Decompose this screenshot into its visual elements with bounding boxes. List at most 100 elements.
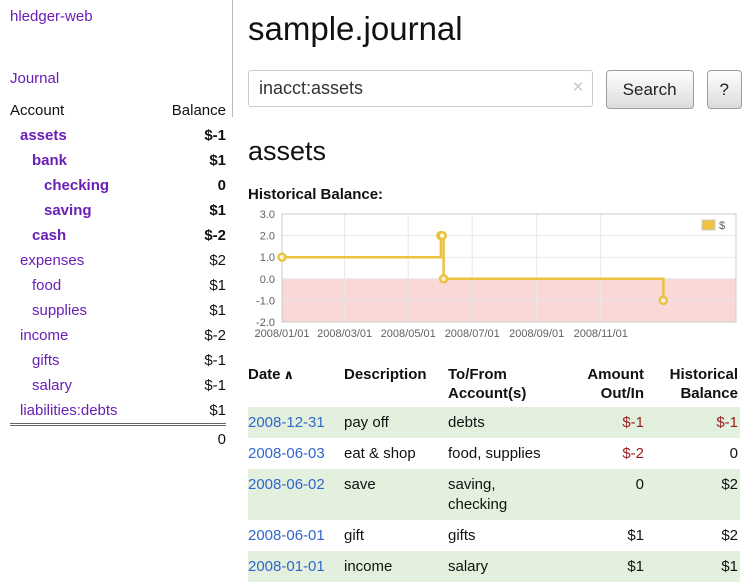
- transaction-date-link[interactable]: 2008-06-02: [248, 476, 325, 493]
- sidebar-account-cash[interactable]: cash: [10, 225, 154, 246]
- account-name-cell: liabilities:debts: [10, 398, 154, 425]
- page-title: sample.journal: [248, 10, 742, 48]
- accounts-header-account: Account: [10, 100, 154, 123]
- register-header-date[interactable]: Date∧: [248, 361, 344, 407]
- sidebar-account-income[interactable]: income: [10, 325, 154, 346]
- transaction-amount: $1: [560, 520, 646, 551]
- account-balance: $-1: [154, 373, 226, 398]
- sidebar-account-bank[interactable]: bank: [10, 150, 154, 171]
- account-row: supplies$1: [10, 298, 226, 323]
- account-row: income$-2: [10, 323, 226, 348]
- transaction-date-cell: 2008-06-02: [248, 469, 344, 520]
- transaction-date-cell: 2008-06-03: [248, 438, 344, 469]
- transaction-amount: 0: [560, 469, 646, 520]
- account-balance: $1: [154, 298, 226, 323]
- account-name-cell: checking: [10, 173, 154, 198]
- date-header-label: Date: [248, 366, 281, 383]
- account-balance: $1: [154, 148, 226, 173]
- account-row: expenses$2: [10, 248, 226, 273]
- search-button[interactable]: Search: [606, 70, 694, 109]
- account-row: liabilities:debts$1: [10, 398, 226, 425]
- account-balance: $-2: [154, 323, 226, 348]
- account-heading: assets: [248, 136, 742, 167]
- account-name-cell: salary: [10, 373, 154, 398]
- register-header-amount: Amount Out/In: [560, 361, 646, 407]
- account-balance: $-2: [154, 223, 226, 248]
- clear-search-icon[interactable]: ×: [573, 77, 584, 99]
- account-balance: $2: [154, 248, 226, 273]
- register-row: 2008-01-01incomesalary$1$1: [248, 551, 740, 582]
- legend-label: $: [719, 220, 725, 232]
- account-name-cell: bank: [10, 148, 154, 173]
- transaction-description: eat & shop: [344, 438, 448, 469]
- transaction-amount: $-1: [560, 407, 646, 438]
- hledger-web-app: hledger-web Journal Account Balance asse…: [0, 0, 742, 582]
- transaction-accounts: food, supplies: [448, 438, 560, 469]
- data-point-marker: [439, 232, 446, 239]
- search-bar: × Search ?: [248, 70, 742, 109]
- account-row: assets$-1: [10, 123, 226, 148]
- sidebar-account-checking[interactable]: checking: [10, 175, 154, 196]
- sidebar-account-liabilities-debts[interactable]: liabilities:debts: [10, 400, 154, 421]
- sort-asc-icon: ∧: [284, 367, 295, 382]
- help-button[interactable]: ?: [707, 70, 742, 109]
- sidebar-account-saving[interactable]: saving: [10, 200, 154, 221]
- legend-swatch: [702, 220, 715, 230]
- transaction-balance: $2: [646, 520, 740, 551]
- account-name-cell: saving: [10, 198, 154, 223]
- x-tick-label: 2008/09/01: [509, 328, 564, 340]
- account-name-cell: expenses: [10, 248, 154, 273]
- data-point-marker: [279, 254, 286, 261]
- account-name-cell: cash: [10, 223, 154, 248]
- historical-balance-chart: 3.02.01.00.0-1.0-2.02008/01/012008/03/01…: [248, 206, 740, 346]
- sidebar-divider: [232, 0, 233, 117]
- transaction-accounts: debts: [448, 407, 560, 438]
- sidebar-account-assets[interactable]: assets: [10, 125, 154, 146]
- transaction-date-link[interactable]: 2008-06-01: [248, 527, 325, 544]
- transaction-balance: $-1: [646, 407, 740, 438]
- account-name-cell: assets: [10, 123, 154, 148]
- x-tick-label: 2008/11/01: [574, 328, 628, 340]
- sidebar-account-expenses[interactable]: expenses: [10, 250, 154, 271]
- account-balance: $1: [154, 198, 226, 223]
- y-tick-label: 1.0: [260, 252, 275, 264]
- account-row: cash$-2: [10, 223, 226, 248]
- sidebar-account-gifts[interactable]: gifts: [10, 350, 154, 371]
- data-point-marker: [660, 297, 667, 304]
- sidebar-account-food[interactable]: food: [10, 275, 154, 296]
- accounts-table: Account Balance assets$-1bank$1checking0…: [10, 100, 226, 452]
- register-header-balance: Historical Balance: [646, 361, 740, 407]
- account-balance: $-1: [154, 123, 226, 148]
- transaction-date-link[interactable]: 2008-12-31: [248, 414, 325, 431]
- transaction-amount: $-2: [560, 438, 646, 469]
- transaction-date-cell: 2008-01-01: [248, 551, 344, 582]
- transaction-date-link[interactable]: 2008-06-03: [248, 445, 325, 462]
- accounts-total-balance: 0: [154, 425, 226, 453]
- sidebar-account-salary[interactable]: salary: [10, 375, 154, 396]
- search-input[interactable]: [248, 70, 593, 107]
- register-header-description: Description: [344, 361, 448, 407]
- account-balance: $1: [154, 273, 226, 298]
- register-row: 2008-06-02savesaving, checking0$2: [248, 469, 740, 520]
- y-tick-label: 2.0: [260, 231, 275, 243]
- sidebar-account-supplies[interactable]: supplies: [10, 300, 154, 321]
- y-tick-label: -1.0: [256, 295, 275, 307]
- app-title-link[interactable]: hledger-web: [10, 8, 226, 25]
- sidebar: hledger-web Journal Account Balance asse…: [0, 0, 232, 452]
- transaction-date-link[interactable]: 2008-01-01: [248, 558, 325, 575]
- y-tick-label: 0.0: [260, 274, 275, 286]
- accounts-total-row: 0: [10, 425, 226, 453]
- accounts-header-balance: Balance: [154, 100, 226, 123]
- chart-title: Historical Balance:: [248, 186, 742, 203]
- y-tick-label: 3.0: [260, 209, 275, 221]
- transaction-description: gift: [344, 520, 448, 551]
- register-header-row: Date∧ Description To/From Account(s) Amo…: [248, 361, 740, 407]
- transaction-description: income: [344, 551, 448, 582]
- account-row: checking0: [10, 173, 226, 198]
- x-tick-label: 2008/01/01: [254, 328, 309, 340]
- register-row: 2008-06-01giftgifts$1$2: [248, 520, 740, 551]
- account-row: saving$1: [10, 198, 226, 223]
- account-balance: $-1: [154, 348, 226, 373]
- x-tick-label: 2008/07/01: [445, 328, 500, 340]
- sidebar-item-journal[interactable]: Journal: [10, 70, 226, 87]
